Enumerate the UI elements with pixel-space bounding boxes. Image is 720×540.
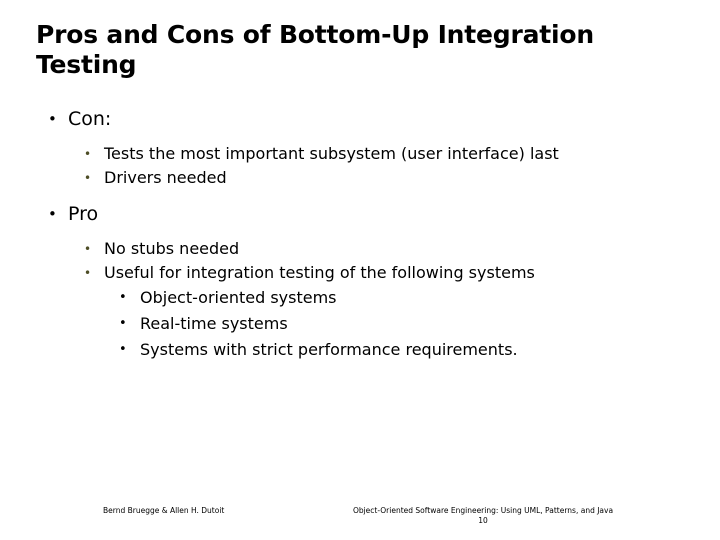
bullet-pro: • Pro	[0, 201, 720, 227]
slide-canvas: Pros and Cons of Bottom-Up Integration T…	[0, 0, 720, 540]
bullet-real-time-systems: • Real-time systems	[0, 311, 720, 337]
bullet-tests-most-important-subsystem: • Tests the most important subsystem (us…	[0, 142, 720, 166]
bullet-dot-icon: •	[119, 316, 127, 331]
bullet-text: Real-time systems	[140, 314, 288, 333]
slide-body-content: • Con: • Tests the most important subsys…	[0, 106, 720, 363]
bullet-text: Drivers needed	[104, 168, 227, 187]
bullet-no-stubs-needed: • No stubs needed	[0, 237, 720, 261]
bullet-dot-icon: •	[119, 342, 127, 357]
bullet-text: Con:	[68, 108, 112, 130]
bullet-dot-icon: •	[48, 110, 57, 128]
bullet-dot-icon: •	[84, 147, 92, 161]
page-title: Pros and Cons of Bottom-Up Integration T…	[36, 20, 594, 79]
bullet-dot-icon: •	[119, 290, 127, 305]
bullet-object-oriented-systems: • Object-oriented systems	[0, 285, 720, 311]
bullet-dot-icon: •	[84, 242, 92, 256]
footer-authors: Bernd Bruegge & Allen H. Dutoit	[103, 506, 225, 515]
bullet-dot-icon: •	[84, 171, 92, 185]
bullet-text: Object-oriented systems	[140, 288, 337, 307]
bullet-dot-icon: •	[48, 205, 57, 223]
bullet-drivers-needed: • Drivers needed	[0, 166, 720, 190]
bullet-text: Useful for integration testing of the fo…	[104, 263, 535, 282]
bullet-text: No stubs needed	[104, 239, 240, 258]
bullet-useful-for-integration-testing: • Useful for integration testing of the …	[0, 261, 720, 285]
bullet-text: Tests the most important subsystem (user…	[104, 144, 559, 163]
bullet-text: Systems with strict performance requirem…	[140, 340, 518, 359]
bullet-systems-strict-performance: • Systems with strict performance requir…	[0, 337, 720, 363]
bullet-con: • Con:	[0, 106, 720, 132]
footer-page-number: 10	[478, 516, 488, 525]
footer-book-title: Object-Oriented Software Engineering: Us…	[352, 506, 614, 515]
bullet-text: Pro	[68, 203, 99, 225]
slide-footer: Bernd Bruegge & Allen H. Dutoit Object-O…	[0, 506, 720, 536]
bullet-dot-icon: •	[84, 266, 92, 280]
